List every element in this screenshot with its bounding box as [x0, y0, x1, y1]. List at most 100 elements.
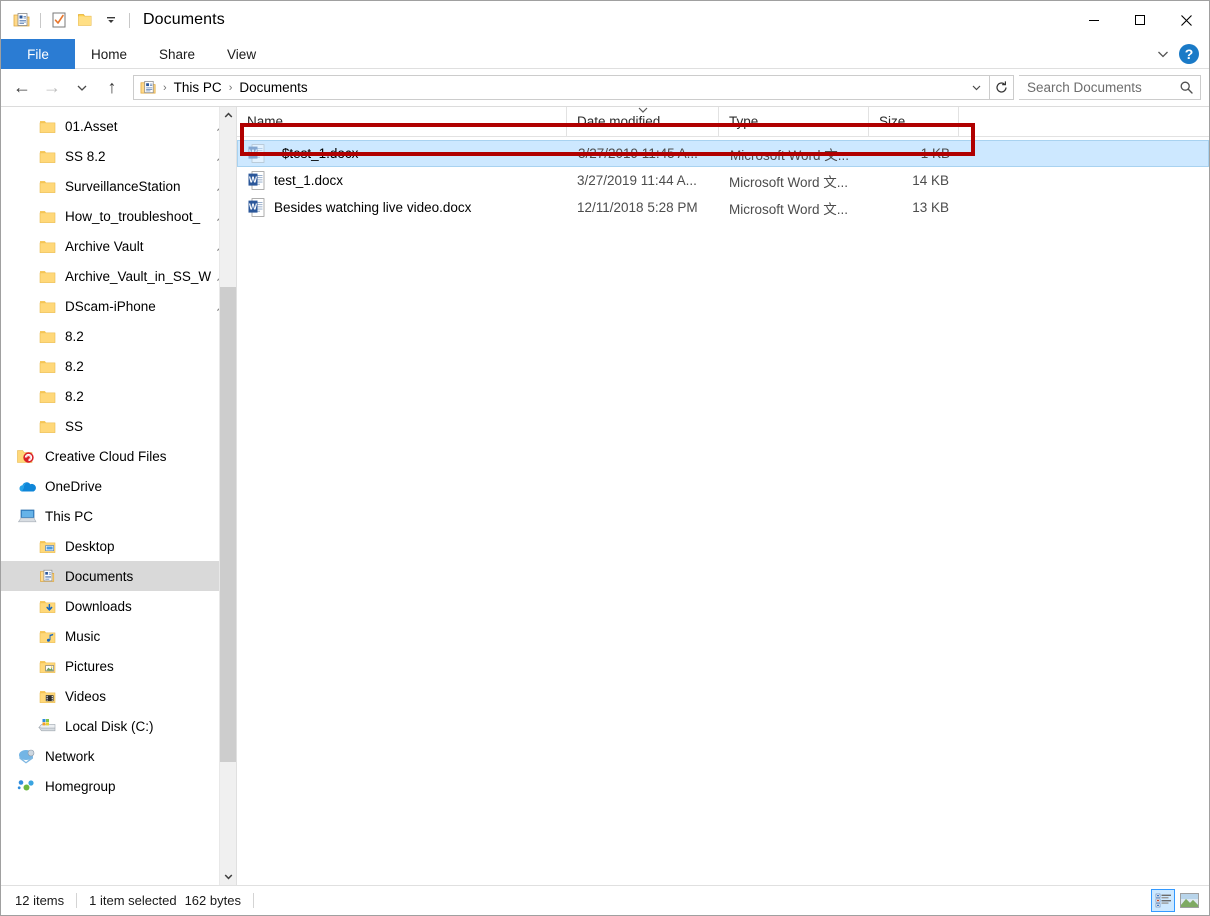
tab-view[interactable]: View [211, 39, 272, 69]
tab-home[interactable]: Home [75, 39, 143, 69]
sidebar-item-downloads[interactable]: Downloads [1, 591, 236, 621]
sidebar-item-dscam-iphone[interactable]: DScam-iPhone [1, 291, 236, 321]
sidebar-item-8-2[interactable]: 8.2 [1, 321, 236, 351]
large-icons-view-button[interactable] [1177, 889, 1201, 912]
tab-file[interactable]: File [1, 39, 75, 69]
sidebar-item-pictures[interactable]: Pictures [1, 651, 236, 681]
sidebar-item-label: Downloads [65, 599, 230, 614]
forward-button[interactable]: → [37, 73, 67, 103]
help-button[interactable]: ? [1179, 44, 1199, 64]
tab-share[interactable]: Share [143, 39, 211, 69]
table-row[interactable]: WBesides watching live video.docx12/11/2… [237, 194, 1209, 221]
minimize-button[interactable] [1071, 1, 1117, 39]
title-bar: Documents [1, 1, 1209, 39]
sidebar-item-01-asset[interactable]: 01.Asset [1, 111, 236, 141]
view-mode-buttons [1151, 889, 1201, 912]
customize-qat-dropdown[interactable] [98, 7, 124, 33]
file-size-cell: 14 KB [869, 173, 959, 188]
table-row[interactable]: W~$test_1.docx3/27/2019 11:45 A...Micros… [237, 140, 1209, 167]
close-button[interactable] [1163, 1, 1209, 39]
sidebar-item-8-2[interactable]: 8.2 [1, 351, 236, 381]
refresh-button[interactable] [990, 75, 1014, 100]
back-button[interactable]: ← [7, 73, 37, 103]
scroll-down-arrow-icon[interactable] [220, 868, 237, 885]
file-type-cell: Microsoft Word 文... [719, 171, 869, 191]
column-header-type[interactable]: Type [719, 107, 869, 136]
breadcrumb-dropdown-icon[interactable] [965, 76, 987, 99]
maximize-button[interactable] [1117, 1, 1163, 39]
navigation-scrollbar[interactable] [219, 107, 236, 885]
file-name-cell[interactable]: W~$test_1.docx [238, 144, 568, 163]
sidebar-item-label: 8.2 [65, 359, 230, 374]
search-icon[interactable] [1179, 80, 1194, 95]
folder-icon [37, 267, 57, 285]
breadcrumb[interactable]: › This PC › Documents [133, 75, 990, 100]
checkbox-properties-icon[interactable] [46, 7, 72, 33]
downloads-folder-icon [37, 597, 57, 615]
breadcrumb-item-this-pc[interactable]: This PC [170, 80, 226, 95]
properties-icon[interactable] [9, 7, 35, 33]
file-rows: W~$test_1.docx3/27/2019 11:45 A...Micros… [237, 137, 1209, 221]
sidebar-item-how-to-troubleshoot[interactable]: How_to_troubleshoot_ [1, 201, 236, 231]
file-name-cell[interactable]: WBesides watching live video.docx [237, 198, 567, 217]
sidebar-item-onedrive[interactable]: OneDrive [1, 471, 236, 501]
file-date-cell: 12/11/2018 5:28 PM [567, 200, 719, 215]
sidebar-item-videos[interactable]: Videos [1, 681, 236, 711]
table-row[interactable]: Wtest_1.docx3/27/2019 11:44 A...Microsof… [237, 167, 1209, 194]
sidebar-item-this-pc[interactable]: This PC [1, 501, 236, 531]
sidebar-item-label: 8.2 [65, 329, 230, 344]
scrollbar-thumb[interactable] [220, 287, 237, 762]
sidebar-item-label: DScam-iPhone [65, 299, 214, 314]
column-header-size[interactable]: Size [869, 107, 959, 136]
ribbon-actions: ? [1155, 39, 1205, 69]
search-input[interactable]: Search Documents [1019, 75, 1201, 100]
recent-locations-button[interactable] [67, 73, 97, 103]
sidebar-item-archive-vault-in-ss-w[interactable]: Archive_Vault_in_SS_W [1, 261, 236, 291]
folder-icon [37, 177, 57, 195]
sidebar-item-creative-cloud-files[interactable]: Creative Cloud Files [1, 441, 236, 471]
sidebar-item-label: 01.Asset [65, 119, 214, 134]
toolbar-divider [40, 13, 41, 28]
documents-folder-icon [37, 567, 57, 585]
sort-descending-icon [636, 107, 650, 116]
sidebar-item-label: SS 8.2 [65, 149, 214, 164]
scroll-up-arrow-icon[interactable] [220, 107, 237, 124]
sidebar-item-music[interactable]: Music [1, 621, 236, 651]
sidebar-item-8-2[interactable]: 8.2 [1, 381, 236, 411]
sidebar-item-homegroup[interactable]: Homegroup [1, 771, 236, 801]
sidebar-item-archive-vault[interactable]: Archive Vault [1, 231, 236, 261]
sidebar-item-desktop[interactable]: Desktop [1, 531, 236, 561]
file-explorer-window: Documents File Home Share View ? ← [0, 0, 1210, 916]
new-folder-icon[interactable] [72, 7, 98, 33]
chevron-down-icon[interactable] [1155, 46, 1171, 62]
sidebar-item-surveillancestation[interactable]: SurveillanceStation [1, 171, 236, 201]
details-view-button[interactable] [1151, 889, 1175, 912]
folder-icon [37, 297, 57, 315]
column-header-row: Name Date modified Type Size [237, 107, 1209, 137]
sidebar-item-network[interactable]: Network [1, 741, 236, 771]
explorer-body: 01.Asset SS 8.2 SurveillanceStationHow_to_… [1, 106, 1209, 885]
window-controls [1071, 1, 1209, 39]
column-label-type: Type [729, 114, 758, 129]
up-button[interactable]: ↑ [97, 73, 127, 103]
sidebar-item-label: OneDrive [45, 479, 230, 494]
breadcrumb-item-documents[interactable]: Documents [235, 80, 311, 95]
local-disk-icon [37, 717, 57, 735]
word-document-icon: W [248, 144, 265, 163]
creative-cloud-icon [17, 447, 37, 465]
navigation-list: 01.Asset SS 8.2 SurveillanceStationHow_to_… [1, 107, 236, 801]
sidebar-item-ss-8-2[interactable]: SS 8.2 [1, 141, 236, 171]
sidebar-item-ss[interactable]: SS [1, 411, 236, 441]
column-header-name[interactable]: Name [237, 107, 567, 136]
breadcrumb-separator-2: › [226, 82, 236, 94]
column-label-size: Size [879, 114, 905, 129]
folder-icon [37, 147, 57, 165]
sidebar-item-local-disk-c[interactable]: Local Disk (C:) [1, 711, 236, 741]
sidebar-item-documents[interactable]: Documents [1, 561, 236, 591]
search-placeholder: Search Documents [1027, 80, 1179, 95]
sidebar-item-label: Local Disk (C:) [65, 719, 230, 734]
homegroup-icon [17, 777, 37, 795]
column-header-date-modified[interactable]: Date modified [567, 107, 719, 136]
folder-icon [37, 417, 57, 435]
file-name-cell[interactable]: Wtest_1.docx [237, 171, 567, 190]
